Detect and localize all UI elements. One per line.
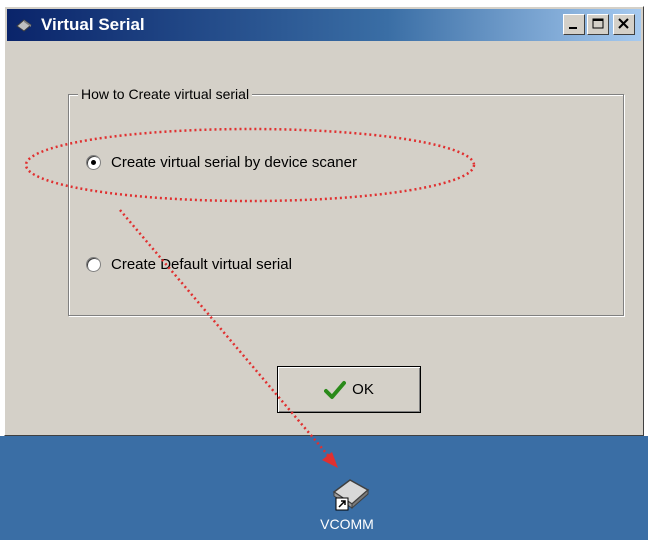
create-method-groupbox — [68, 94, 624, 316]
window-title: Virtual Serial — [41, 15, 145, 34]
minimize-icon — [569, 27, 577, 29]
radio-label-default-serial: Create Default virtual serial — [111, 256, 292, 273]
minimize-button[interactable] — [563, 14, 585, 35]
maximize-button[interactable] — [587, 14, 609, 35]
radio-device-scanner[interactable]: Create virtual serial by device scaner — [86, 154, 357, 171]
title-bar[interactable]: Virtual Serial — [7, 9, 641, 41]
radio-default-serial[interactable]: Create Default virtual serial — [86, 256, 292, 273]
vcomm-shortcut-icon[interactable] — [324, 468, 372, 516]
groupbox-title: How to Create virtual serial — [78, 86, 253, 102]
close-icon — [618, 18, 629, 29]
virtual-serial-icon — [16, 19, 32, 32]
close-button[interactable] — [613, 14, 635, 35]
vcomm-shortcut-label: VCOMM — [320, 516, 374, 532]
radio-button-checked[interactable] — [86, 155, 101, 170]
radio-button-unchecked[interactable] — [86, 257, 101, 272]
maximize-icon — [592, 18, 604, 29]
ok-button[interactable]: OK — [277, 366, 421, 413]
ok-button-label: OK — [352, 381, 374, 398]
radio-label-device-scanner: Create virtual serial by device scaner — [111, 154, 357, 171]
checkmark-icon — [324, 380, 347, 399]
